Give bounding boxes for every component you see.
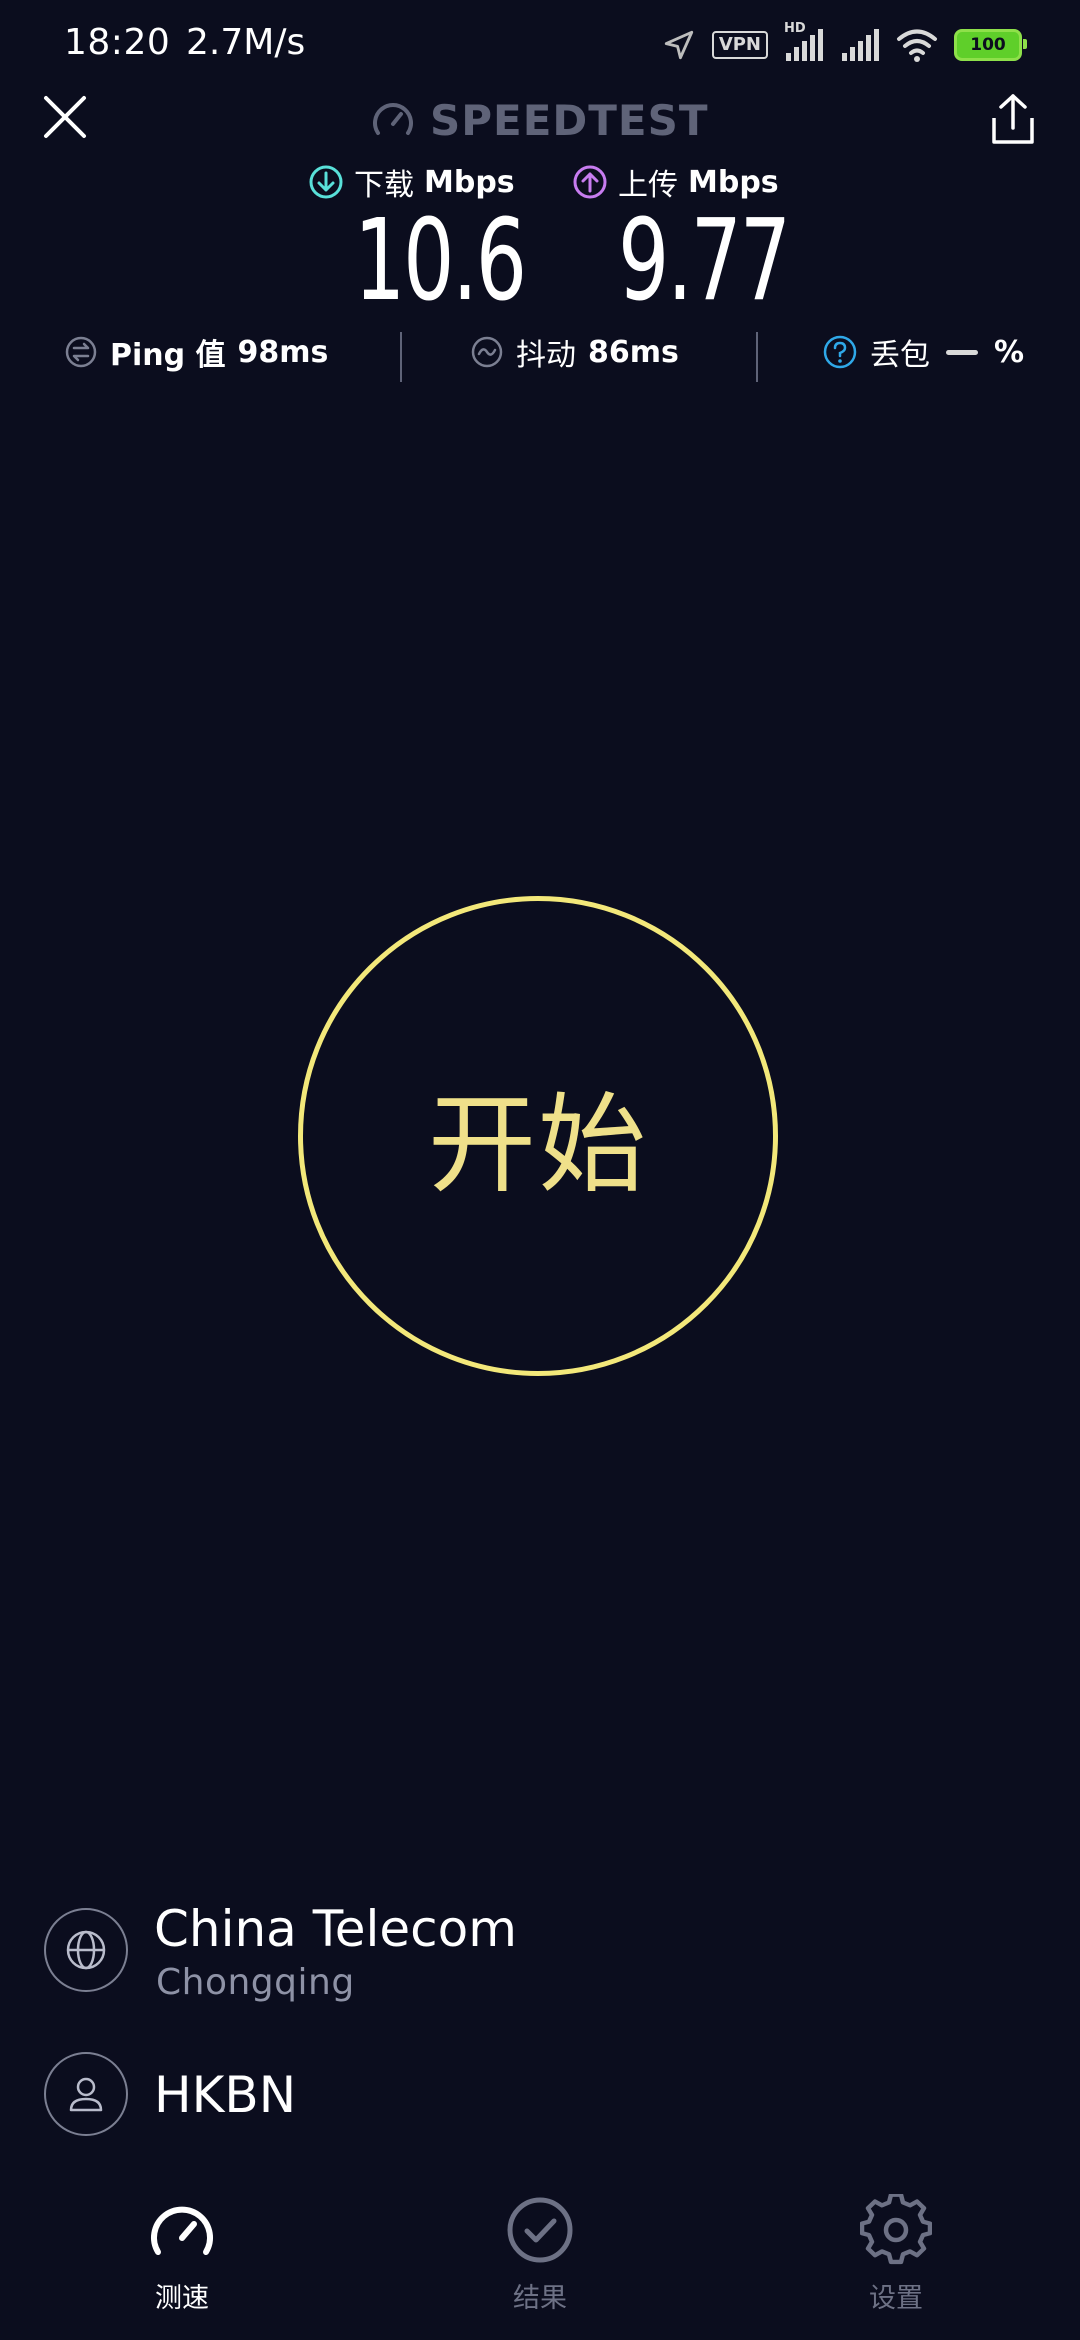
ping-value: 98ms [237, 334, 329, 370]
upload-value: 9.77 [618, 196, 791, 326]
nav-label-speedtest: 测速 [155, 2283, 209, 2314]
share-icon [992, 94, 1034, 144]
host-name[interactable]: HKBN [154, 2066, 296, 2124]
loss-label: 丢包 [870, 338, 930, 373]
battery-indicator: 100 [954, 29, 1027, 61]
wifi-icon [897, 29, 937, 62]
status-time: 18:20 [64, 22, 171, 63]
upload-unit: Mbps [688, 164, 779, 200]
nav-label-settings: 设置 [869, 2283, 923, 2314]
nav-label-results: 结果 [513, 2283, 567, 2314]
isp-name[interactable]: China Telecom [154, 1900, 517, 1958]
packet-loss-metric: 丢包 % [822, 330, 1024, 374]
close-button[interactable] [40, 92, 90, 142]
metric-divider [756, 332, 758, 382]
download-unit: Mbps [424, 164, 515, 200]
jitter-label: 抖动 [516, 338, 576, 373]
close-icon [44, 96, 86, 138]
speedometer-icon [151, 2206, 213, 2255]
cellular-hd-signal-icon: HD [784, 21, 824, 63]
brand-text: SPEEDTEST [430, 95, 709, 145]
download-value: 10.6 [354, 196, 527, 326]
start-label: 开始 [427, 1083, 648, 1208]
ping-metric: Ping 值 98ms [64, 330, 328, 374]
host-server-button[interactable] [44, 2052, 128, 2136]
ping-label: Ping 值 [110, 338, 226, 373]
vpn-badge: VPN [711, 31, 768, 59]
jitter-value: 86ms [588, 334, 679, 370]
metric-divider [400, 332, 402, 382]
check-circle-icon [507, 2197, 573, 2263]
download-arrow-icon [309, 165, 343, 199]
isp-globe-button[interactable] [44, 1908, 128, 1992]
nav-tab-speedtest[interactable]: 测速 [82, 2194, 282, 2324]
loss-value-placeholder [946, 349, 978, 355]
globe-icon [66, 1930, 106, 1970]
nav-tab-results[interactable]: 结果 [440, 2194, 640, 2324]
nav-tab-settings[interactable]: 设置 [796, 2194, 996, 2324]
hd-label: HD [784, 21, 806, 36]
jitter-icon [471, 336, 503, 368]
help-circle-icon[interactable] [822, 334, 858, 370]
speedometer-logo-icon [373, 103, 413, 135]
share-button[interactable] [988, 92, 1038, 148]
brand-logo: SPEEDTEST [370, 92, 709, 148]
gear-icon [860, 2194, 932, 2265]
ping-icon [65, 336, 97, 368]
isp-location: Chongqing [156, 1962, 355, 2003]
loss-unit: % [994, 334, 1025, 370]
cellular-signal-icon [842, 29, 879, 61]
jitter-metric: 抖动 86ms [470, 330, 679, 374]
status-network-speed: 2.7M/s [186, 22, 306, 63]
upload-arrow-icon [573, 165, 607, 199]
user-icon [69, 2077, 103, 2112]
location-arrow-icon [664, 30, 693, 60]
start-button[interactable]: 开始 [298, 896, 778, 1376]
status-icons: VPN HD 100 [662, 21, 1027, 68]
